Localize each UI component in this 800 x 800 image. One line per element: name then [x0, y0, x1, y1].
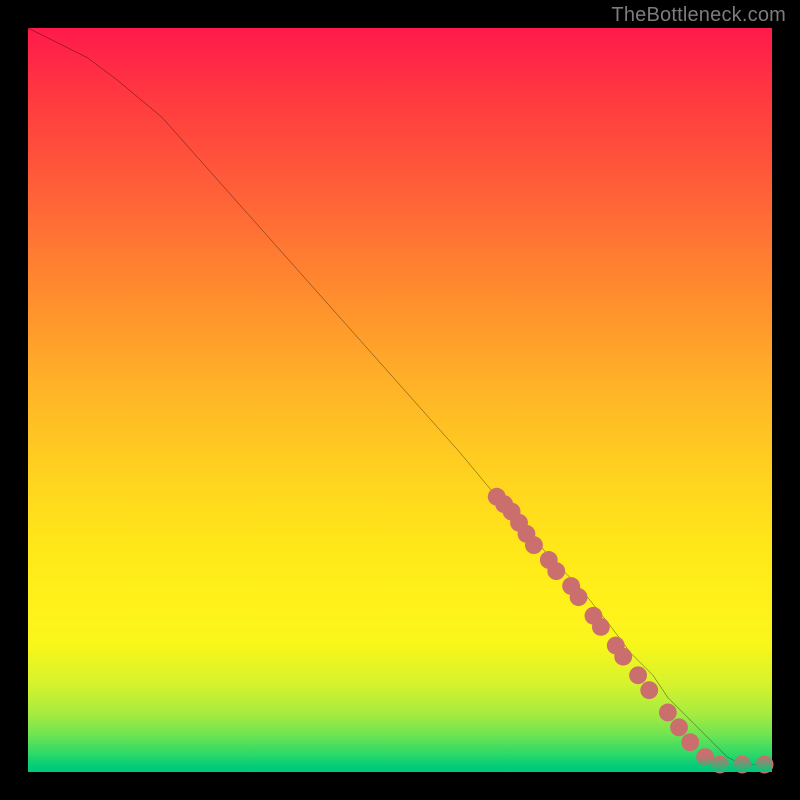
marker-dot: [614, 648, 632, 666]
main-curve: [28, 28, 772, 765]
marker-dot: [570, 588, 588, 606]
chart-frame: TheBottleneck.com: [0, 0, 800, 800]
marker-dot: [629, 666, 647, 684]
marker-dot: [659, 704, 677, 722]
marker-group: [488, 488, 774, 774]
marker-dot: [670, 718, 688, 736]
marker-dot: [592, 618, 610, 636]
marker-dot: [547, 562, 565, 580]
marker-dot: [525, 536, 543, 554]
marker-dot: [733, 756, 751, 774]
marker-dot: [711, 756, 729, 774]
marker-dot: [681, 733, 699, 751]
marker-dot: [640, 681, 658, 699]
watermark-text: TheBottleneck.com: [611, 4, 786, 27]
marker-dot: [756, 756, 774, 774]
plot-area: [28, 28, 772, 772]
chart-svg: [28, 28, 772, 772]
